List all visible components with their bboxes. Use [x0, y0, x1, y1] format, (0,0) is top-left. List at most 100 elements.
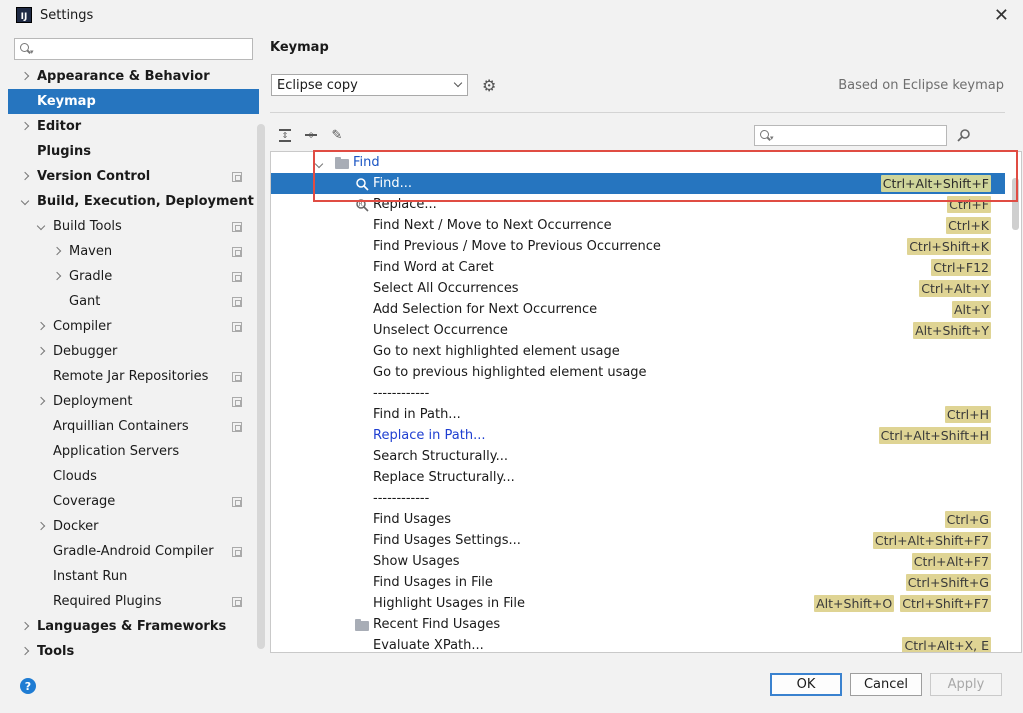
- ok-button[interactable]: OK: [770, 673, 842, 696]
- sidebar-item-gradle-android-compiler[interactable]: Gradle-Android Compiler: [8, 539, 259, 564]
- action-row[interactable]: Add Selection for Next Occurrence Alt+Y: [271, 299, 1005, 320]
- action-row[interactable]: Recent Find Usages: [271, 614, 1005, 635]
- sidebar-item-coverage[interactable]: Coverage: [8, 489, 259, 514]
- sidebar-item-label: Required Plugins: [53, 594, 162, 609]
- keymap-select[interactable]: Eclipse copy: [271, 74, 468, 96]
- action-row[interactable]: Replace Structurally...: [271, 467, 1005, 488]
- project-scope-icon: [232, 396, 242, 407]
- action-row[interactable]: Find Usages Ctrl+G: [271, 509, 1005, 530]
- sidebar-item-version-control[interactable]: Version Control: [8, 164, 259, 189]
- chevron-right-icon[interactable]: [20, 121, 30, 132]
- action-row[interactable]: ------------: [271, 383, 1005, 404]
- sidebar-item-remote-jar-repositories[interactable]: Remote Jar Repositories: [8, 364, 259, 389]
- sidebar-item-application-servers[interactable]: Application Servers: [8, 439, 259, 464]
- sidebar-item-build-execution-deployment[interactable]: Build, Execution, Deployment: [8, 189, 259, 214]
- action-search-input[interactable]: [775, 127, 946, 144]
- shortcut-badge: Ctrl+G: [944, 511, 991, 528]
- shortcut-list: Ctrl+F12: [931, 259, 991, 276]
- project-scope-icon: [232, 246, 242, 257]
- shortcut-badge: Alt+Shift+Y: [913, 322, 991, 339]
- action-row[interactable]: Evaluate XPath... Ctrl+Alt+X, E: [271, 635, 1005, 653]
- shortcut-list: Ctrl+Shift+K: [907, 238, 991, 255]
- cancel-button[interactable]: Cancel: [850, 673, 922, 696]
- apply-button[interactable]: Apply: [930, 673, 1002, 696]
- action-row[interactable]: Find... Ctrl+Alt+Shift+F: [271, 173, 1005, 194]
- sidebar-item-keymap[interactable]: Keymap: [8, 89, 259, 114]
- close-icon[interactable]: ✕: [994, 5, 1009, 26]
- keymap-action-list[interactable]: Find Find... Ctrl+Alt+Shift+F R Replace... Ct…: [270, 151, 1022, 653]
- shortcut-badge: Ctrl+Alt+X, E: [902, 637, 991, 653]
- action-row[interactable]: Highlight Usages in File Alt+Shift+O Ctrl+…: [271, 593, 1005, 614]
- settings-search-input[interactable]: [35, 40, 252, 58]
- action-label: Find Usages in File: [373, 575, 493, 590]
- sidebar-item-plugins[interactable]: Plugins: [8, 139, 259, 164]
- chevron-right-icon[interactable]: [36, 346, 46, 357]
- action-row[interactable]: Search Structurally...: [271, 446, 1005, 467]
- chevron-right-icon[interactable]: [36, 521, 46, 532]
- chevron-right-icon[interactable]: [20, 646, 30, 657]
- sidebar-item-label: Editor: [37, 119, 82, 134]
- action-row[interactable]: Select All Occurrences Ctrl+Alt+Y: [271, 278, 1005, 299]
- action-row[interactable]: Find Previous / Move to Previous Occurre…: [271, 236, 1005, 257]
- shortcut-badge: Ctrl+F: [947, 196, 991, 213]
- sidebar-item-label: Languages & Frameworks: [37, 619, 227, 634]
- gear-icon[interactable]: ⚙: [482, 76, 496, 95]
- help-icon[interactable]: ?: [20, 678, 36, 694]
- chevron-right-icon[interactable]: [52, 271, 62, 282]
- settings-search-box[interactable]: ▾: [14, 38, 253, 60]
- sidebar-item-required-plugins[interactable]: Required Plugins: [8, 589, 259, 614]
- action-list-scrollbar[interactable]: [1012, 178, 1019, 230]
- sidebar-item-compiler[interactable]: Compiler: [8, 314, 259, 339]
- edit-pencil-icon[interactable]: ✎: [329, 127, 345, 143]
- sidebar-item-gant[interactable]: Gant: [8, 289, 259, 314]
- chevron-right-icon[interactable]: [20, 621, 30, 632]
- sidebar-item-build-tools[interactable]: Build Tools: [8, 214, 259, 239]
- shortcut-list: Ctrl+Alt+Shift+F7: [872, 532, 991, 549]
- keymap-select-value: Eclipse copy: [277, 77, 358, 93]
- sidebar-item-appearance-behavior[interactable]: Appearance & Behavior: [8, 64, 259, 89]
- chevron-down-icon[interactable]: [36, 221, 46, 232]
- shortcut-badge: Ctrl+Shift+G: [905, 574, 991, 591]
- action-row[interactable]: R Replace... Ctrl+F: [271, 194, 1005, 215]
- chevron-right-icon[interactable]: [20, 171, 30, 182]
- sidebar-item-clouds[interactable]: Clouds: [8, 464, 259, 489]
- sidebar-item-gradle[interactable]: Gradle: [8, 264, 259, 289]
- chevron-right-icon[interactable]: [20, 71, 30, 82]
- sidebar-item-maven[interactable]: Maven: [8, 239, 259, 264]
- action-label: ------------: [373, 386, 430, 401]
- sidebar-item-languages-frameworks[interactable]: Languages & Frameworks: [8, 614, 259, 639]
- action-group-row[interactable]: Find: [271, 152, 1005, 173]
- action-row[interactable]: Unselect Occurrence Alt+Shift+Y: [271, 320, 1005, 341]
- page-title: Keymap: [270, 40, 329, 55]
- action-row[interactable]: Go to previous highlighted element usage: [271, 362, 1005, 383]
- shortcut-search-box[interactable]: ▾: [754, 125, 947, 146]
- sidebar-item-editor[interactable]: Editor: [8, 114, 259, 139]
- chevron-right-icon[interactable]: [36, 396, 46, 407]
- action-row[interactable]: Go to next highlighted element usage: [271, 341, 1005, 362]
- find-action-by-shortcut-icon[interactable]: [956, 128, 972, 144]
- action-row[interactable]: Find Usages Settings... Ctrl+Alt+Shift+F7: [271, 530, 1005, 551]
- expand-all-icon[interactable]: ⇕: [277, 127, 293, 143]
- chevron-down-icon[interactable]: [20, 196, 30, 207]
- sidebar-item-tools[interactable]: Tools: [8, 639, 259, 664]
- chevron-right-icon[interactable]: [36, 321, 46, 332]
- collapse-all-icon[interactable]: ⇳: [303, 127, 319, 143]
- action-row[interactable]: Find Word at Caret Ctrl+F12: [271, 257, 1005, 278]
- sidebar-item-deployment[interactable]: Deployment: [8, 389, 259, 414]
- sidebar-item-docker[interactable]: Docker: [8, 514, 259, 539]
- action-row[interactable]: Find Next / Move to Next Occurrence Ctrl+…: [271, 215, 1005, 236]
- chevron-right-icon[interactable]: [52, 246, 62, 257]
- sidebar-item-arquillian-containers[interactable]: Arquillian Containers: [8, 414, 259, 439]
- project-scope-icon: [232, 271, 242, 282]
- sidebar-item-debugger[interactable]: Debugger: [8, 339, 259, 364]
- action-row[interactable]: Replace in Path... Ctrl+Alt+Shift+H: [271, 425, 1005, 446]
- action-row[interactable]: Show Usages Ctrl+Alt+F7: [271, 551, 1005, 572]
- divider: [270, 112, 1005, 113]
- action-label: Replace...: [373, 197, 437, 212]
- action-row[interactable]: ------------: [271, 488, 1005, 509]
- action-label: Unselect Occurrence: [373, 323, 508, 338]
- action-row[interactable]: Find Usages in File Ctrl+Shift+G: [271, 572, 1005, 593]
- sidebar-item-instant-run[interactable]: Instant Run: [8, 564, 259, 589]
- chevron-down-icon[interactable]: [314, 156, 324, 171]
- action-row[interactable]: Find in Path... Ctrl+H: [271, 404, 1005, 425]
